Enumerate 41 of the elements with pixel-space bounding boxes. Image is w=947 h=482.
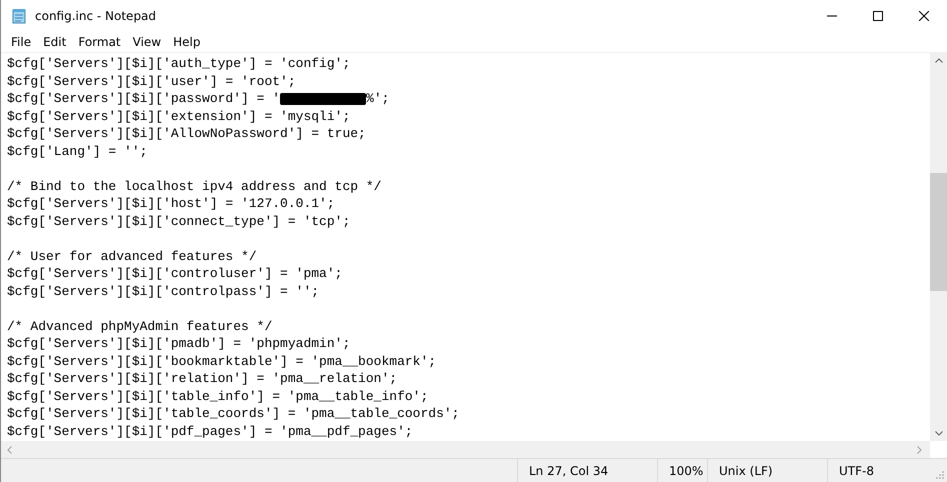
code-line: $cfg['Servers'][$i]['pmadb'] = 'phpmyadmin'; bbox=[7, 335, 352, 352]
code-line: $cfg['Servers'][$i]['host'] = '127.0.0.1'; bbox=[7, 195, 336, 212]
cursor-position: Ln 27, Col 34 bbox=[517, 459, 657, 482]
scrollbar-thumb[interactable] bbox=[930, 173, 947, 291]
scroll-left-icon[interactable] bbox=[7, 446, 12, 454]
scroll-down-icon[interactable] bbox=[934, 431, 942, 436]
window-title: config.inc - Notepad bbox=[35, 9, 156, 23]
code-line: $cfg['Servers'][$i]['controlpass'] = ''; bbox=[7, 282, 320, 300]
menu-item[interactable]: Edit bbox=[37, 35, 72, 49]
code-text: %'; bbox=[366, 90, 390, 108]
scroll-up-icon[interactable] bbox=[934, 58, 942, 63]
code-line: /* Bind to the localhost ipv4 address and tcp */ bbox=[7, 178, 382, 195]
code-line: $cfg['Servers'][$i]['connect_type'] = 'tcp'; bbox=[7, 212, 352, 230]
code-line: $cfg['Servers'][$i]['auth_type'] = 'config'; bbox=[7, 55, 352, 72]
code-line: $cfg['Servers'][$i]['pdf_pages'] = 'pma__pdf_pages'; bbox=[7, 422, 414, 440]
horizontal-scrollbar[interactable] bbox=[1, 441, 930, 458]
code-line: $cfg['Servers'][$i]['relation'] = 'pma__relation'; bbox=[7, 370, 398, 388]
vertical-scrollbar[interactable] bbox=[930, 53, 947, 441]
code-line: $cfg['Servers'][$i]['AllowNoPassword'] = true; bbox=[7, 125, 367, 142]
encoding: UTF-8 bbox=[827, 459, 932, 482]
notepad-icon bbox=[11, 8, 27, 24]
close-icon bbox=[919, 11, 929, 21]
line-endings: Unix (LF) bbox=[707, 459, 827, 482]
zoom-level: 100% bbox=[657, 459, 707, 482]
code-line: /* Advanced phpMyAdmin features */ bbox=[7, 318, 274, 335]
resize-grip-icon[interactable] bbox=[936, 471, 944, 479]
menu-item[interactable]: Help bbox=[167, 35, 206, 49]
code-line: $cfg['Servers'][$i]['controluser'] = 'pma'; bbox=[7, 265, 344, 282]
code-line: $cfg['Servers'][$i]['table_info'] = 'pma__table_info'; bbox=[7, 388, 430, 405]
code-line: $cfg['Servers'][$i]['extension'] = 'mysqli'; bbox=[7, 108, 352, 125]
code-text: $cfg['Servers'][$i]['password'] = ' bbox=[7, 90, 280, 108]
menu-item[interactable]: View bbox=[126, 35, 168, 49]
code-line: $cfg['Servers'][$i]['table_coords'] = 'pma__table_coords'; bbox=[7, 405, 460, 422]
scroll-right-icon[interactable] bbox=[917, 446, 922, 454]
menu-item[interactable]: File bbox=[5, 35, 38, 49]
code-line: /* User for advanced features */ bbox=[7, 248, 258, 265]
menu-item[interactable]: Format bbox=[72, 35, 127, 49]
maximize-icon bbox=[873, 11, 883, 21]
code-line: $cfg['Servers'][$i]['user'] = 'root'; bbox=[7, 72, 297, 90]
code-line: $cfg['Lang'] = ''; bbox=[7, 142, 148, 160]
code-line: $cfg['Servers'][$i]['bookmarktable'] = 'pma__bookmark'; bbox=[7, 352, 438, 370]
